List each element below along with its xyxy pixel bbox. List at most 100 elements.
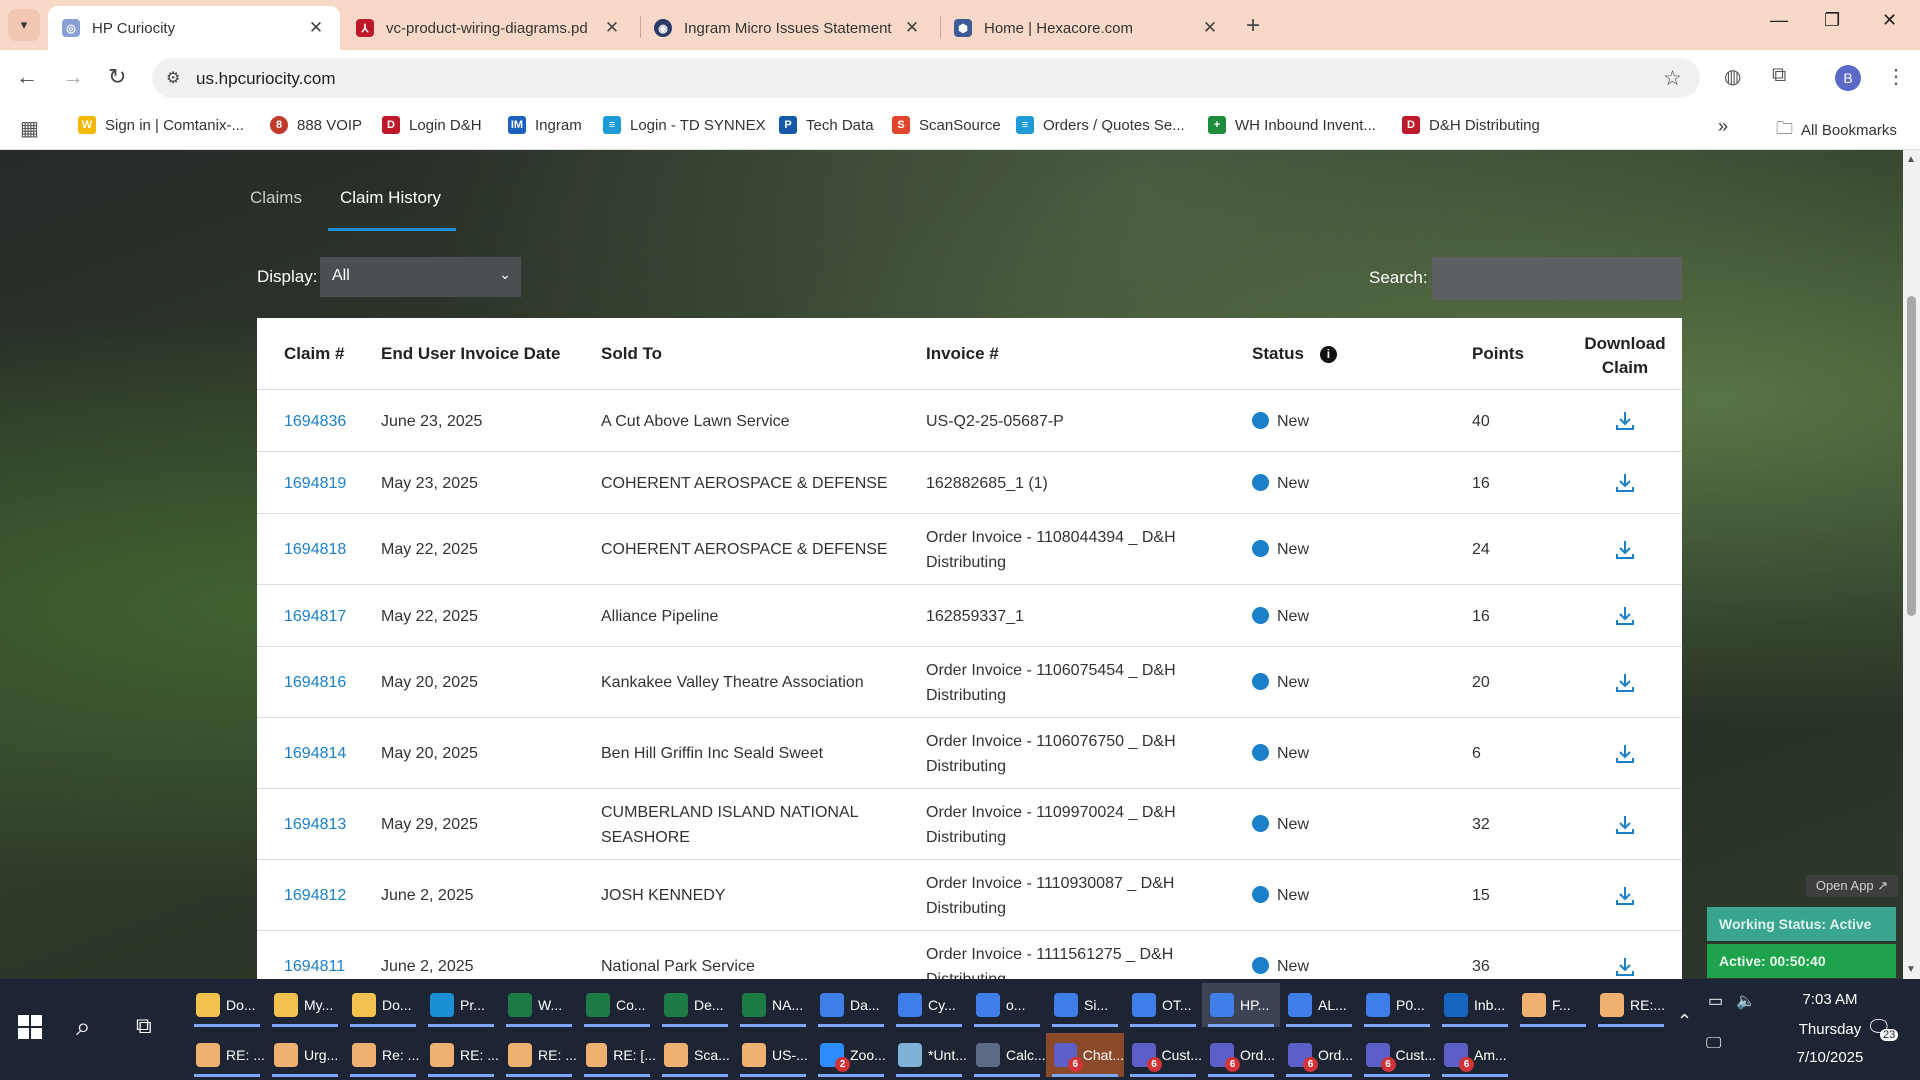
table-row[interactable]: 1694836 June 23, 2025 A Cut Above Lawn Ser…	[257, 390, 1682, 452]
clock-date[interactable]: 7/10/2025	[1770, 1049, 1890, 1066]
tab-hexacore[interactable]: ⬢ Home | Hexacore.com ✕	[940, 6, 1234, 50]
claim-link[interactable]: 1694816	[284, 670, 346, 695]
taskbar-item[interactable]: RE: ...	[422, 1033, 500, 1077]
task-view-icon[interactable]: ⧉	[136, 1013, 152, 1039]
extensions-icon[interactable]: ⧉	[1772, 64, 1786, 87]
table-row[interactable]: 1694813 May 29, 2025 CUMBERLAND ISLAND NAT…	[257, 789, 1682, 860]
bookmark-scansource[interactable]: S ScanSource	[892, 116, 1001, 134]
close-window-icon[interactable]: ✕	[1882, 10, 1897, 31]
taskbar-item[interactable]: De...	[656, 983, 734, 1027]
download-icon[interactable]	[1615, 885, 1635, 907]
tab-search-button[interactable]: ▾	[8, 9, 40, 41]
tab-hp-curiocity[interactable]: ◎ HP Curiocity ✕	[48, 6, 340, 50]
taskbar-item[interactable]: AL...	[1280, 983, 1358, 1027]
table-row[interactable]: 1694818 May 22, 2025 COHERENT AEROSPACE & …	[257, 514, 1682, 585]
windows-start-icon[interactable]	[18, 1015, 42, 1039]
taskbar-item[interactable]: RE: [...	[578, 1033, 656, 1077]
download-icon[interactable]	[1615, 743, 1635, 765]
bookmark-dh-distributing[interactable]: D D&H Distributing	[1402, 116, 1540, 134]
close-icon[interactable]: ✕	[306, 18, 326, 38]
taskbar-item[interactable]: 6 Ord...	[1202, 1033, 1280, 1077]
bookmark-login-dh[interactable]: D Login D&H	[382, 116, 482, 134]
table-row[interactable]: 1694817 May 22, 2025 Alliance Pipeline 1628…	[257, 585, 1682, 647]
bookmark-comtanix[interactable]: W Sign in | Comtanix-...	[78, 116, 244, 134]
minimize-icon[interactable]: —	[1770, 10, 1788, 31]
taskbar-item[interactable]: Co...	[578, 983, 656, 1027]
table-row[interactable]: 1694816 May 20, 2025 Kankakee Valley Theat…	[257, 647, 1682, 718]
col-status[interactable]: Status i	[1252, 344, 1337, 364]
scroll-up-icon[interactable]: ▲	[1906, 154, 1916, 165]
search-input[interactable]	[1432, 257, 1682, 300]
network-icon[interactable]: 🖵	[1706, 1035, 1721, 1053]
taskbar-item[interactable]: Calc...	[968, 1033, 1046, 1077]
tray-overflow-chevron-icon[interactable]: ⌃	[1677, 1011, 1692, 1032]
taskbar-item[interactable]: Da...	[812, 983, 890, 1027]
taskbar-item[interactable]: W...	[500, 983, 578, 1027]
bookmark-888-voip[interactable]: 8 888 VOIP	[270, 116, 362, 134]
restore-icon[interactable]: ❐	[1824, 10, 1840, 31]
taskbar-item[interactable]: RE: ...	[500, 1033, 578, 1077]
taskbar-item[interactable]: 6 Cust...	[1358, 1033, 1436, 1077]
menu-dots-icon[interactable]: ⋮	[1886, 64, 1906, 89]
taskbar-item[interactable]: RE: ...	[188, 1033, 266, 1077]
clock-time[interactable]: 7:03 AM	[1770, 991, 1890, 1008]
taskbar-item[interactable]: 6 Cust...	[1124, 1033, 1202, 1077]
taskbar-item[interactable]: P0...	[1358, 983, 1436, 1027]
taskbar-item[interactable]: Pr...	[422, 983, 500, 1027]
taskbar-item[interactable]: My...	[266, 983, 344, 1027]
download-icon[interactable]	[1615, 672, 1635, 694]
display-select[interactable]: All ⌄	[320, 257, 521, 297]
taskbar-item[interactable]: Cy...	[890, 983, 968, 1027]
taskbar-item[interactable]: HP...	[1202, 983, 1280, 1027]
download-icon[interactable]	[1615, 410, 1635, 432]
taskbar-item[interactable]: o...	[968, 983, 1046, 1027]
bookmark-tech-data[interactable]: P Tech Data	[779, 116, 874, 134]
table-row[interactable]: 1694812 June 2, 2025 JOSH KENNEDY Order Inv…	[257, 860, 1682, 931]
taskbar-item[interactable]: Sca...	[656, 1033, 734, 1077]
taskbar-item[interactable]: NA...	[734, 983, 812, 1027]
taskbar-item[interactable]: 6 Ord...	[1280, 1033, 1358, 1077]
search-icon[interactable]: ⌕	[76, 1011, 91, 1043]
reload-icon[interactable]: ↻	[108, 64, 126, 90]
taskbar-item[interactable]: Do...	[344, 983, 422, 1027]
col-claim[interactable]: Claim #	[284, 344, 344, 364]
taskbar-item[interactable]: Do...	[188, 983, 266, 1027]
profile-avatar[interactable]: B	[1835, 65, 1861, 91]
bookmark-star-icon[interactable]: ☆	[1663, 66, 1682, 91]
back-arrow-icon[interactable]: ←	[16, 64, 38, 90]
close-icon[interactable]: ✕	[1200, 18, 1220, 38]
close-icon[interactable]: ✕	[902, 18, 922, 38]
table-row[interactable]: 1694811 June 2, 2025 National Park Service…	[257, 931, 1682, 979]
download-icon[interactable]	[1615, 605, 1635, 627]
taskbar-item[interactable]: Si...	[1046, 983, 1124, 1027]
page-scrollbar[interactable]: ▲ ▼	[1903, 150, 1920, 979]
site-info-icon[interactable]: ⚙	[166, 68, 180, 88]
taskbar-item[interactable]: *Unt...	[890, 1033, 968, 1077]
apps-grid-icon[interactable]: ▦	[20, 116, 39, 141]
open-app-button[interactable]: Open App ↗	[1806, 875, 1898, 897]
download-icon[interactable]	[1615, 956, 1635, 978]
bookmark-orders-quotes[interactable]: ≡ Orders / Quotes Se...	[1016, 116, 1185, 134]
claim-link[interactable]: 1694814	[284, 741, 346, 766]
table-row[interactable]: 1694819 May 23, 2025 COHERENT AEROSPACE & …	[257, 452, 1682, 514]
claim-link[interactable]: 1694812	[284, 883, 346, 908]
bookmark-ingram[interactable]: IM Ingram	[508, 116, 582, 134]
all-bookmarks-button[interactable]: 🗀 All Bookmarks	[1776, 116, 1897, 145]
battery-icon[interactable]: ▭	[1708, 991, 1723, 1011]
bookmark-td-synnex[interactable]: ≡ Login - TD SYNNEX	[603, 116, 766, 134]
new-tab-button[interactable]: +	[1246, 12, 1260, 40]
table-row[interactable]: 1694814 May 20, 2025 Ben Hill Griffin Inc …	[257, 718, 1682, 789]
taskbar-item[interactable]: 6 Chat...	[1046, 1033, 1124, 1077]
forward-arrow-icon[interactable]: →	[62, 64, 84, 90]
tab-claim-history[interactable]: Claim History	[340, 188, 441, 208]
translate-globe-icon[interactable]: ◍	[1724, 64, 1741, 89]
more-bookmarks-chevron-icon[interactable]: »	[1718, 116, 1728, 137]
url-text[interactable]: us.hpcuriocity.com	[196, 69, 336, 89]
taskbar-item[interactable]: F...	[1514, 983, 1592, 1027]
claim-link[interactable]: 1694818	[284, 537, 346, 562]
taskbar-item[interactable]: Re: ...	[344, 1033, 422, 1077]
close-icon[interactable]: ✕	[602, 18, 622, 38]
taskbar-item[interactable]: Inb...	[1436, 983, 1514, 1027]
claim-link[interactable]: 1694811	[284, 954, 345, 979]
download-icon[interactable]	[1615, 472, 1635, 494]
